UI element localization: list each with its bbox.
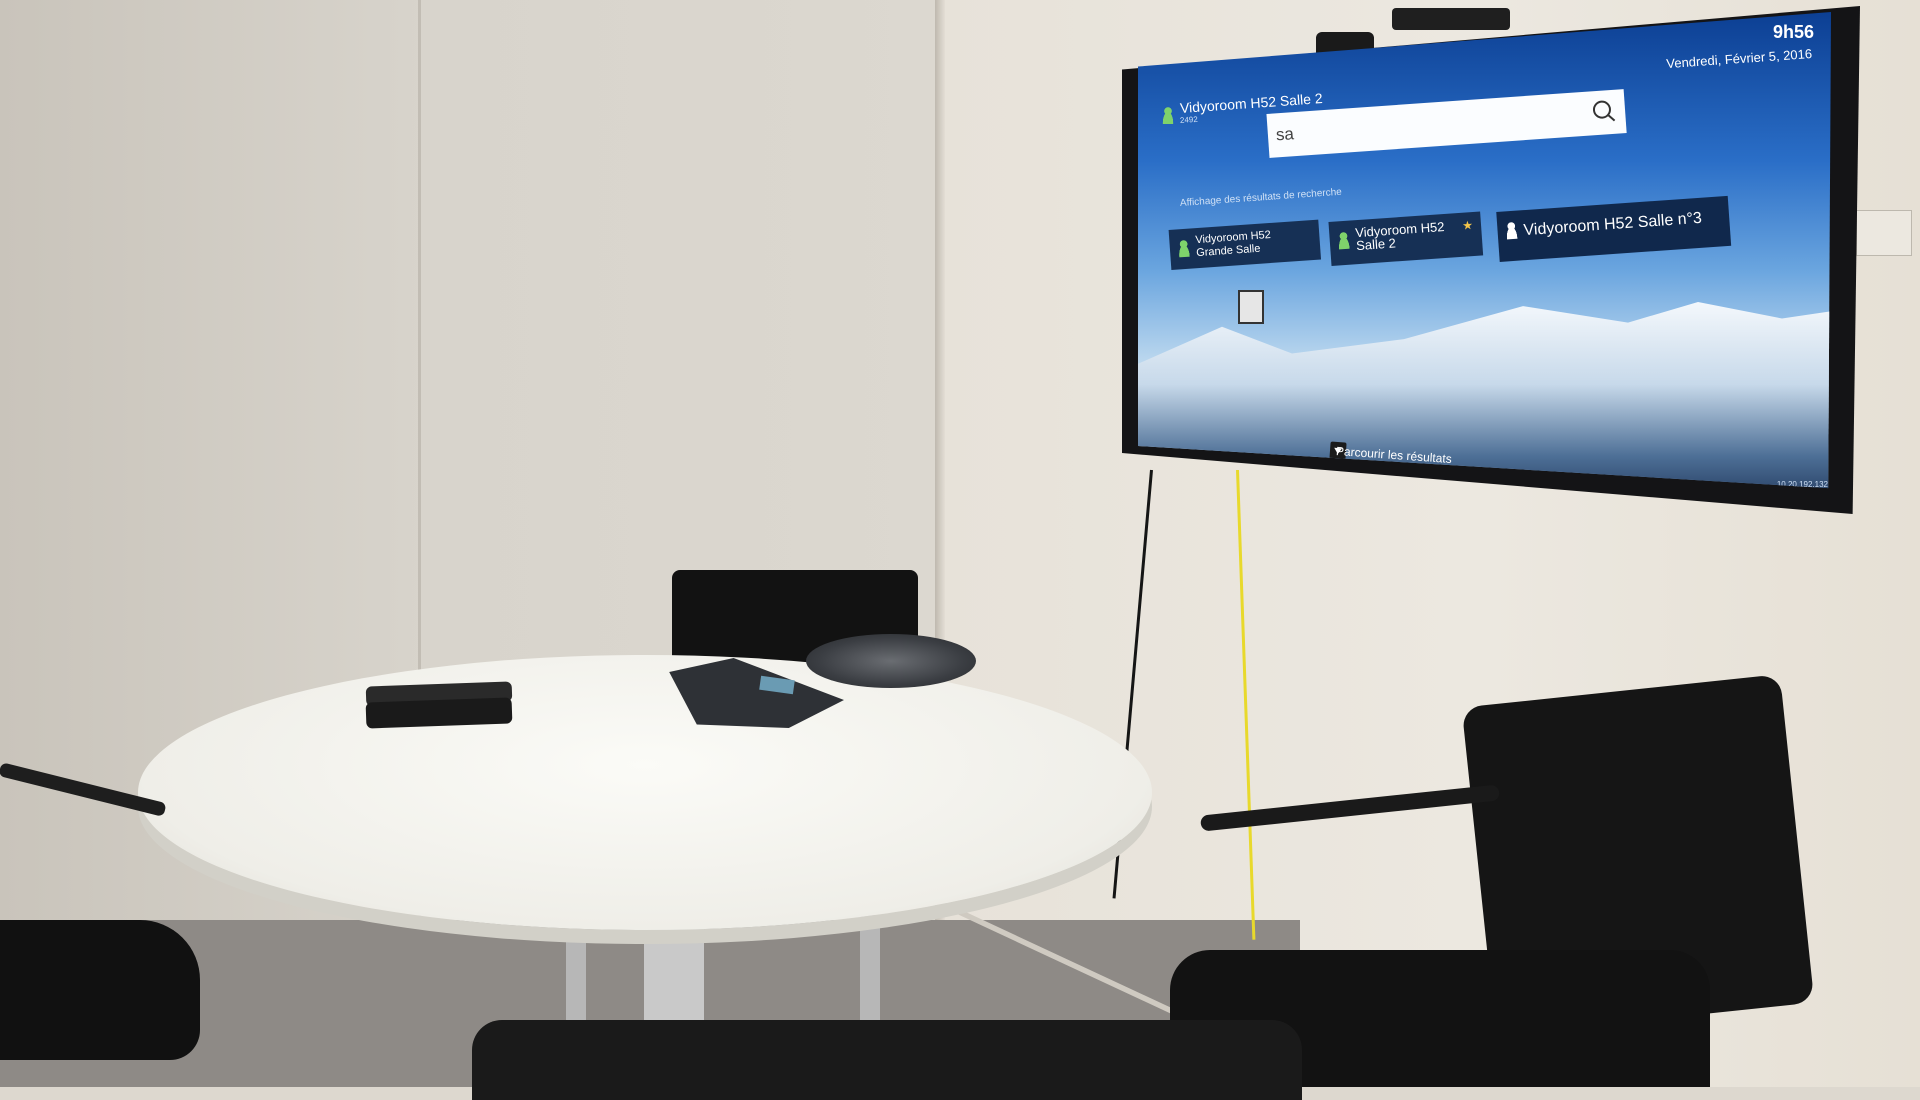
person-icon (1502, 220, 1521, 240)
results-heading: Affichage des résultats de recherche (1179, 186, 1343, 209)
cable-car-icon (1238, 290, 1264, 324)
search-icon[interactable] (1592, 100, 1612, 120)
search-value: sa (1275, 124, 1295, 145)
remote-control (365, 697, 513, 729)
result-tile-salle-2[interactable]: Vidyoroom H52 Salle 2 ★ (1328, 211, 1484, 266)
clock-time: 9h56 (1772, 22, 1814, 42)
result-label: Vidyoroom H52 Grande Salle (1194, 228, 1272, 260)
result-tile-grande-salle[interactable]: Vidyoroom H52 Grande Salle (1168, 219, 1322, 270)
result-label: Vidyoroom H52 Salle n°3 (1523, 209, 1703, 240)
result-tile-salle-3[interactable]: Vidyoroom H52 Salle n°3 (1496, 195, 1732, 262)
current-room-id: 2492 (1179, 114, 1199, 125)
presence-icon (1175, 238, 1193, 258)
result-label: Vidyoroom H52 Salle 2 (1354, 218, 1445, 254)
chair-front (472, 1020, 1302, 1100)
tv-screen: Vidyoroom H52 Salle 2 2492 9h56 Vendredi… (1138, 12, 1831, 489)
ceiling-mount-device (1392, 8, 1510, 30)
round-table (138, 655, 1152, 930)
presence-icon (1335, 230, 1353, 250)
clock-date: Vendredi, Février 5, 2016 (1665, 46, 1813, 72)
chair-left (0, 920, 200, 1060)
presence-icon (1160, 106, 1176, 124)
favorite-star-icon: ★ (1461, 217, 1474, 233)
wall-outlet (1856, 210, 1912, 256)
speaker-microphone (806, 634, 976, 688)
